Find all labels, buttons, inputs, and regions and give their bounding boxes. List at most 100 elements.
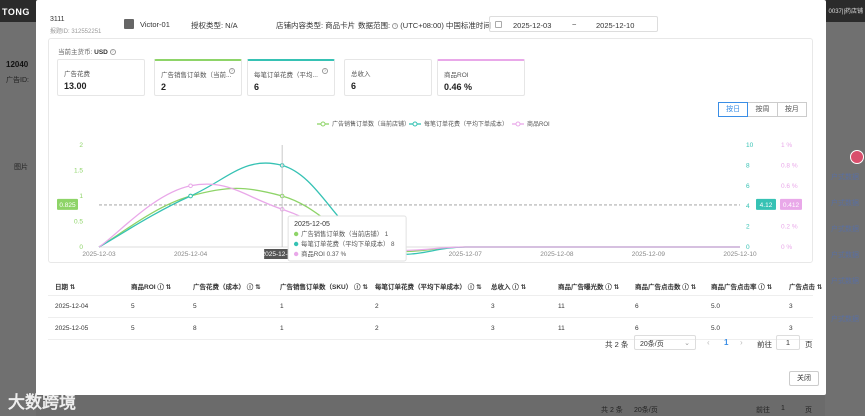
series-line [98,187,740,253]
column-header[interactable]: 广告销售订单数（SKU） ⓘ ⇅ [280,281,368,291]
table-cell: 2 [375,303,379,310]
table-cell: 8 [193,325,197,332]
bg-size[interactable]: 20条/页 [634,405,658,415]
column-header[interactable]: 商品广告点击数 ⓘ ⇅ [635,281,696,291]
current-page[interactable]: 1 [724,338,728,347]
tooltip-row: 商品ROI 0.37 % [301,249,347,258]
close-button[interactable]: 关闭 [789,371,819,386]
x-tick-label: 2025-12-07 [449,251,483,258]
shop-id: 报题ID: 312552251 [50,29,102,35]
prev-page-icon[interactable]: ‹ [707,338,710,347]
start-date[interactable]: 2025-12-03 [513,21,551,30]
column-header[interactable]: 每笔订单花费（平均下单成本） ⓘ ⇅ [375,281,482,291]
legend-label: 广告销售订单数（当前店铺） [332,120,410,128]
next-page-icon[interactable]: › [740,338,743,347]
bg-shop-id: 0037||药店铺 [828,9,863,15]
table-cell: 5 [131,303,135,310]
data-point [188,183,193,189]
data-point [188,193,193,199]
help-icon[interactable]: ? [392,23,399,30]
legend-label: 商品ROI [527,120,550,128]
table-cell: 1 [280,303,284,310]
column-header[interactable]: 日期 ⇅ [55,281,75,291]
bg-link[interactable]: 户式数据 [831,250,859,260]
chevron-down-icon: ⌄ [684,340,690,347]
table-header: 日期 ⇅ 商品ROI ⓘ ⇅ 广告花费（成本） ⓘ ⇅ 广告销售订单数（SKU） ⓘ … [48,274,822,296]
y-tick-right1: 6 [746,183,750,190]
avatar [124,19,134,29]
trend-chart[interactable]: 00.511.5202468100 %0.2 %0.4 %0.6 %0.8 %1… [49,39,814,264]
y-tick-left: 0.5 [74,219,83,226]
float-badge-icon[interactable] [850,150,864,164]
table-cell: 3 [789,303,793,310]
bg-link[interactable]: 户式数据 [831,276,859,286]
end-date[interactable]: 2025-12-10 [596,21,634,30]
table-cell: 6 [635,325,639,332]
date-range-picker[interactable]: 2025-12-03 ~ 2025-12-10 [489,16,658,32]
page-unit: 页 [805,340,813,349]
table-row: 2025-12-04 5 5 1 2 3 11 6 5.0 3 [48,296,813,318]
date-separator: ~ [572,20,577,29]
y-tick-left: 1.5 [74,168,83,175]
legend-marker [412,121,418,127]
tooltip-row: 广告销售订单数（当前店铺） 1 [301,229,389,238]
tooltip-marker [293,241,299,247]
legend-marker [515,121,521,127]
goto-page-input[interactable]: 1 [776,335,800,350]
legend-label: 每笔订单花费（平均下单成本） [424,120,508,128]
y-tick-right2: 0.6 % [781,183,798,190]
timezone: (UTC+08:00) 中国标准时间 [400,21,491,30]
y-tick-right1: 0 [746,244,750,251]
table-cell: 2025-12-05 [55,325,89,332]
column-header[interactable]: 广告点击 ⇅ [789,281,822,291]
period-day-button[interactable]: 按日 [718,102,749,117]
bg-total: 共 2 条 [601,407,623,414]
series-line [98,162,740,255]
metrics-card: 当前主货币: USD ? 广告花费 13.00 广告销售订单数（当前... ? … [48,38,813,263]
content-type: 店铺内容类型: 商品卡片 [276,21,356,30]
y-tick-right1: 10 [746,142,754,149]
table-cell: 2 [375,325,379,332]
legend-marker [320,121,326,127]
column-header[interactable]: 商品广告曝光数 ⓘ ⇅ [558,281,619,291]
y-tick-right2: 0.2 % [781,224,798,231]
bg-title: 12040 [6,60,29,69]
page-size-select[interactable]: 20条/页 ⌄ [634,335,696,350]
y-tick-right2: 1 % [781,142,792,149]
column-header[interactable]: 商品广告点击率 ⓘ ⇅ [711,281,772,291]
y-tick-right2: 0 % [781,244,792,251]
tooltip-marker [293,231,299,237]
y-tick-right1: 8 [746,162,750,169]
bg-page[interactable]: 1 [781,405,785,412]
column-header[interactable]: 广告花费（成本） ⓘ ⇅ [193,281,261,291]
pagination: 共 2 条 20条/页 ⌄ ‹ 1 › 前往 1 页 [36,335,826,351]
bg-link[interactable]: 户式数据 [831,314,859,324]
table-cell: 3 [491,325,495,332]
table-cell: 5 [131,325,135,332]
bg-pagination: 共 2 条 20条/页 前往 1 页 [36,396,826,416]
table-cell: 11 [558,303,565,310]
x-tick-label: 2025-12-10 [723,251,757,258]
bg-link[interactable]: 户式数据 [831,224,859,234]
table-cell: 5.0 [711,303,721,310]
left-panel: 12040 广告ID: 图片 [0,22,36,416]
bg-ad-label: 广告ID: [6,77,29,84]
y-tick-right2: 0.8 % [781,162,798,169]
bg-page-unit: 页 [805,407,812,414]
account-name: Victor-01 [140,20,170,29]
column-header[interactable]: 商品ROI ⓘ ⇅ [131,281,171,291]
x-tick-label: 2025-12-09 [632,251,666,258]
bg-link[interactable]: 户式数据 [831,198,859,208]
goto-label: 前往 [757,340,772,349]
calendar-icon [495,21,502,28]
table-cell: 5.0 [711,325,721,332]
app-logo: TONG [2,7,30,17]
table-cell: 6 [635,303,639,310]
data-range: 数据范围: ? (UTC+08:00) 中国标准时间 [358,20,491,31]
bg-link[interactable]: 户式数据 [831,172,859,182]
tooltip-marker [293,251,299,257]
column-header[interactable]: 总收入 ⓘ ⇅ [491,281,526,291]
y-tick-left: 2 [79,142,83,149]
table-cell: 11 [558,325,565,332]
table-cell: 3 [789,325,793,332]
